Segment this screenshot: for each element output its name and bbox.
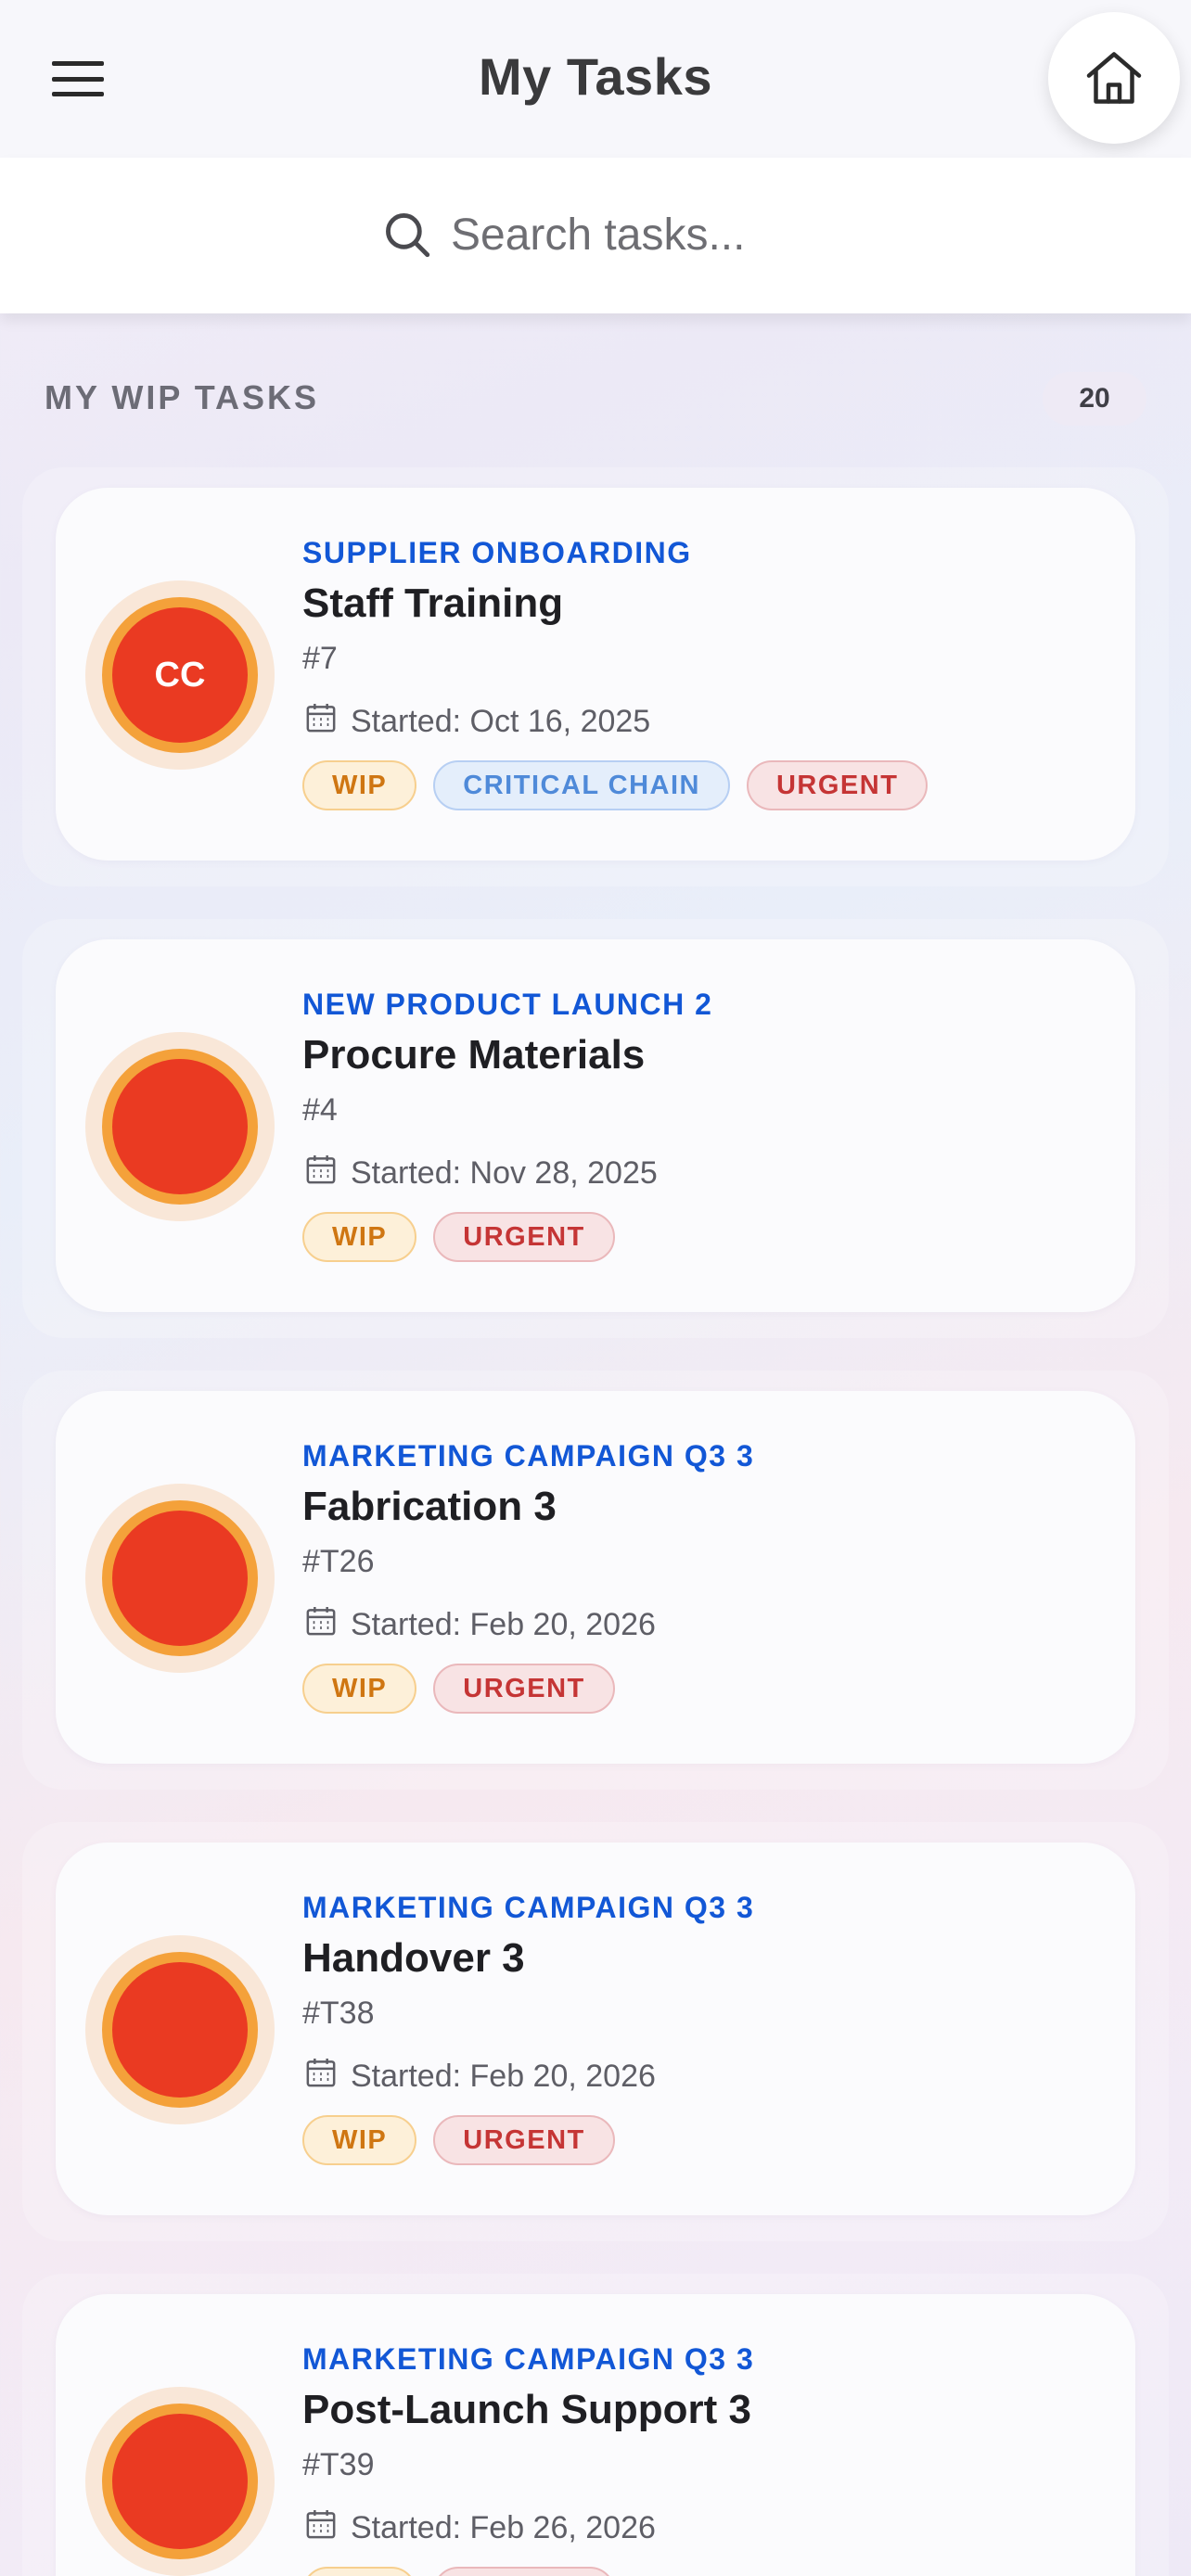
tag-urgent[interactable]: URGENT xyxy=(433,2115,615,2165)
avatar: CC xyxy=(102,597,258,753)
task-start-date: Started: Nov 28, 2025 xyxy=(302,1151,658,1196)
task-start-date: Started: Oct 16, 2025 xyxy=(302,699,650,745)
avatar xyxy=(102,1500,258,1656)
page-title: My Tasks xyxy=(479,47,712,106)
avatar-halo xyxy=(85,2387,275,2576)
task-start-date-text: Started: Feb 20, 2026 xyxy=(351,1607,656,1642)
task-row: MARKETING CAMPAIGN Q3 3 Handover 3 #T38 … xyxy=(22,1822,1169,2241)
task-project-label: MARKETING CAMPAIGN Q3 3 xyxy=(302,1891,755,1924)
calendar-icon xyxy=(302,699,339,745)
calendar-icon xyxy=(302,2506,339,2551)
tag-urgent[interactable]: URGENT xyxy=(746,760,928,810)
task-name: Staff Training xyxy=(302,580,564,626)
task-project-label: MARKETING CAMPAIGN Q3 3 xyxy=(302,2342,755,2376)
task-start-date: Started: Feb 26, 2026 xyxy=(302,2506,656,2551)
task-card[interactable]: MARKETING CAMPAIGN Q3 3 Fabrication 3 #T… xyxy=(56,1391,1135,1764)
task-tags: WIP URGENT xyxy=(302,1664,615,1714)
avatar-halo xyxy=(85,1935,275,2124)
task-tags: WIP URGENT xyxy=(302,2567,615,2576)
calendar-icon xyxy=(302,1151,339,1196)
task-row: MARKETING CAMPAIGN Q3 3 Fabrication 3 #T… xyxy=(22,1371,1169,1790)
calendar-icon xyxy=(302,2054,339,2099)
task-row: MARKETING CAMPAIGN Q3 3 Post-Launch Supp… xyxy=(22,2274,1169,2576)
tag-critical-chain[interactable]: CRITICAL CHAIN xyxy=(433,760,730,810)
task-project-label: MARKETING CAMPAIGN Q3 3 xyxy=(302,1439,755,1473)
task-name: Handover 3 xyxy=(302,1935,525,1981)
task-card[interactable]: NEW PRODUCT LAUNCH 2 Procure Materials #… xyxy=(56,939,1135,1312)
search-input[interactable] xyxy=(451,209,933,261)
task-card[interactable]: MARKETING CAMPAIGN Q3 3 Post-Launch Supp… xyxy=(56,2294,1135,2576)
task-row: NEW PRODUCT LAUNCH 2 Procure Materials #… xyxy=(22,919,1169,1338)
tag-wip[interactable]: WIP xyxy=(302,760,417,810)
tag-urgent[interactable]: URGENT xyxy=(433,1664,615,1714)
home-icon xyxy=(1086,52,1142,104)
avatar-halo: CC xyxy=(85,580,275,770)
home-button[interactable] xyxy=(1048,12,1180,144)
section-title: MY WIP TASKS xyxy=(45,378,320,416)
task-name: Fabrication 3 xyxy=(302,1484,557,1529)
task-id: #7 xyxy=(302,641,338,676)
search-bar xyxy=(0,158,1191,313)
search-container xyxy=(380,193,933,276)
avatar-halo xyxy=(85,1484,275,1673)
task-tags: WIP URGENT xyxy=(302,1212,615,1262)
avatar xyxy=(102,1049,258,1205)
avatar-halo xyxy=(85,1032,275,1221)
tag-wip[interactable]: WIP xyxy=(302,2567,417,2576)
avatar xyxy=(102,2404,258,2559)
task-row: CC SUPPLIER ONBOARDING Staff Training #7… xyxy=(22,467,1169,886)
task-id: #T38 xyxy=(302,1996,375,2031)
task-start-date-text: Started: Feb 20, 2026 xyxy=(351,2059,656,2094)
tag-wip[interactable]: WIP xyxy=(302,1212,417,1262)
task-project-label: NEW PRODUCT LAUNCH 2 xyxy=(302,988,713,1021)
task-start-date-text: Started: Nov 28, 2025 xyxy=(351,1155,658,1191)
task-start-date-text: Started: Feb 26, 2026 xyxy=(351,2510,656,2545)
task-card[interactable]: MARKETING CAMPAIGN Q3 3 Handover 3 #T38 … xyxy=(56,1843,1135,2215)
tag-wip[interactable]: WIP xyxy=(302,2115,417,2165)
task-tags: WIP URGENT xyxy=(302,2115,615,2165)
app-header: My Tasks xyxy=(0,0,1191,158)
calendar-icon xyxy=(302,1602,339,1648)
task-id: #T39 xyxy=(302,2447,375,2482)
task-tags: WIP CRITICAL CHAIN URGENT xyxy=(302,760,928,810)
task-id: #4 xyxy=(302,1092,338,1128)
search-icon xyxy=(386,213,430,258)
task-id: #T26 xyxy=(302,1544,375,1579)
task-start-date-text: Started: Oct 16, 2025 xyxy=(351,704,651,739)
tag-wip[interactable]: WIP xyxy=(302,1664,417,1714)
task-count-badge: 20 xyxy=(1043,372,1146,426)
task-start-date: Started: Feb 20, 2026 xyxy=(302,2054,656,2099)
task-name: Post-Launch Support 3 xyxy=(302,2387,751,2432)
tag-urgent[interactable]: URGENT xyxy=(433,2567,615,2576)
task-card[interactable]: CC SUPPLIER ONBOARDING Staff Training #7… xyxy=(56,488,1135,861)
task-start-date: Started: Feb 20, 2026 xyxy=(302,1602,656,1648)
task-name: Procure Materials xyxy=(302,1032,646,1078)
tag-urgent[interactable]: URGENT xyxy=(433,1212,615,1262)
task-project-label: SUPPLIER ONBOARDING xyxy=(302,536,692,569)
avatar xyxy=(102,1952,258,2108)
